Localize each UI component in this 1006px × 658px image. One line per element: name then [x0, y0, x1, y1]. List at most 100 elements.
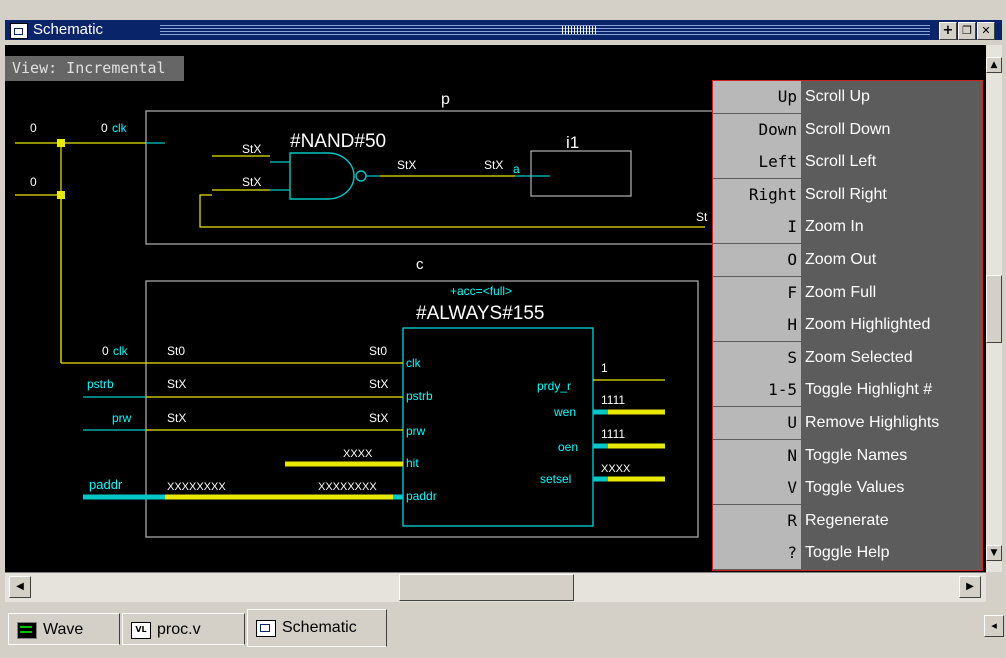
always-pin-prdy_r: prdy_r [537, 379, 571, 393]
p-out-value: St [696, 210, 708, 224]
c-port-paddr: paddr [89, 477, 123, 492]
always-pin-hit: hit [406, 456, 419, 470]
c-port-pstrb: pstrb [87, 377, 114, 391]
titlebar-grip-icon[interactable] [562, 26, 596, 34]
c-port-clk: clk [113, 344, 129, 358]
scroll-up-arrow-icon[interactable]: ▲ [986, 57, 1002, 73]
block-p-label: p [441, 91, 450, 108]
help-row: ? Toggle Help [713, 537, 982, 570]
help-row: S Zoom Selected [713, 341, 982, 374]
help-desc: Zoom Selected [805, 348, 913, 366]
scroll-left-arrow-icon[interactable]: ◀ [9, 576, 31, 598]
c-paddr-right-value: XXXXXXXX [318, 481, 377, 493]
nand-instance-name: #NAND#50 [290, 131, 386, 152]
c-pstrb-left-value: StX [167, 377, 186, 391]
help-key: Up [713, 81, 801, 113]
help-row: 1-5 Toggle Highlight # [713, 374, 982, 407]
tab-wave[interactable]: Wave [8, 613, 120, 645]
always-pin-setsel: setsel [540, 472, 571, 486]
scroll-down-arrow-icon[interactable]: ▼ [986, 545, 1002, 561]
out-setsel-value: XXXX [601, 463, 631, 475]
help-key: S [713, 341, 801, 374]
always-pin-oen: oen [558, 440, 578, 454]
help-row: R Regenerate [713, 504, 982, 537]
c-paddr-left-value: XXXXXXXX [167, 481, 226, 493]
help-desc: Scroll Left [805, 153, 877, 171]
nand-in2-value: StX [242, 175, 261, 189]
i1-instance-box[interactable] [530, 150, 632, 197]
help-row: O Zoom Out [713, 244, 982, 276]
titlebar-drag-lines [160, 25, 930, 35]
c-prw-right-value: StX [369, 411, 388, 425]
nand-gate-symbol[interactable] [289, 152, 355, 200]
help-desc: Zoom In [805, 218, 864, 236]
port-value: 0 [101, 121, 108, 135]
help-key: 1-5 [713, 374, 801, 407]
help-desc: Regenerate [805, 511, 889, 529]
schematic-window-icon [10, 23, 28, 39]
help-key: R [713, 504, 801, 537]
help-desc: Scroll Up [805, 88, 870, 105]
c-clk-right-value: St0 [369, 344, 387, 358]
always-instance-name: #ALWAYS#155 [416, 303, 545, 324]
out-oen-value: 1111 [601, 427, 625, 441]
always-pin-clk: clk [406, 356, 422, 370]
help-row: I Zoom In [713, 211, 982, 244]
tab-schematic[interactable]: Schematic [247, 609, 387, 647]
help-key: Right [713, 178, 801, 211]
nand-out-value: StX [397, 158, 416, 172]
horizontal-scroll-thumb[interactable] [399, 574, 574, 601]
window-title: Schematic [33, 21, 104, 38]
help-row: U Remove Highlights [713, 407, 982, 439]
close-button[interactable]: ✕ [977, 22, 995, 40]
wire-feedback[interactable] [199, 194, 705, 228]
help-row: V Toggle Values [713, 472, 982, 505]
help-row: F Zoom Full [713, 276, 982, 309]
c-clk-outer-value: 0 [102, 344, 109, 358]
dock-button[interactable]: + [939, 22, 957, 40]
schematic-icon [256, 620, 276, 637]
always-pin-wen: wen [553, 405, 576, 419]
tab-proc-v[interactable]: VL proc.v [122, 613, 245, 645]
out-wen-value: 1111 [601, 393, 625, 407]
view-mode-label: View: Incremental [5, 56, 184, 81]
help-desc: Zoom Full [805, 283, 877, 301]
help-key: U [713, 407, 801, 439]
wave-icon [17, 622, 37, 639]
tab-scroll-left-arrow-icon[interactable]: ◂ [984, 615, 1004, 637]
help-key: H [713, 309, 801, 342]
always-pin-pstrb: pstrb [406, 389, 433, 403]
c-port-prw: prw [112, 411, 132, 425]
i1-instance-name: i1 [566, 133, 579, 152]
left-signal-value: 0 [30, 121, 37, 135]
c-clk-left-value: St0 [167, 344, 185, 358]
help-desc: Toggle Names [805, 446, 908, 464]
left-signal-value: 0 [30, 175, 37, 189]
help-desc: Toggle Help [805, 544, 890, 562]
help-key: O [713, 244, 801, 276]
help-key: Left [713, 146, 801, 179]
help-row: Up Scroll Up [713, 81, 982, 113]
help-row: H Zoom Highlighted [713, 309, 982, 342]
help-desc: Zoom Out [805, 251, 877, 268]
nand-bubble [355, 170, 367, 182]
horizontal-scrollbar[interactable]: ◀ ▶ [5, 572, 986, 602]
schematic-canvas[interactable]: p c +acc=<full> 0 0 0 clk #NAND#50 StX S… [5, 45, 986, 572]
scroll-right-arrow-icon[interactable]: ▶ [959, 576, 981, 598]
vertical-scroll-thumb[interactable] [986, 275, 1002, 343]
help-key: Down [713, 113, 801, 146]
always-pin-paddr: paddr [406, 489, 437, 503]
tab-label: Wave [43, 621, 84, 638]
help-desc: Zoom Highlighted [805, 316, 931, 334]
c-prw-left-value: StX [167, 411, 186, 425]
port-name: clk [112, 121, 128, 135]
undock-button[interactable]: ❐ [958, 22, 976, 40]
window-titlebar[interactable]: Schematic + ❐ ✕ [5, 20, 1002, 40]
tab-label: proc.v [157, 621, 201, 638]
vertical-scrollbar[interactable]: ▲ ▼ [986, 45, 1002, 572]
help-desc: Scroll Down [805, 120, 891, 138]
c-pstrb-right-value: StX [369, 377, 388, 391]
help-row: Down Scroll Down [713, 113, 982, 146]
block-c-label: c [416, 256, 424, 273]
nand-in1-value: StX [242, 142, 261, 156]
